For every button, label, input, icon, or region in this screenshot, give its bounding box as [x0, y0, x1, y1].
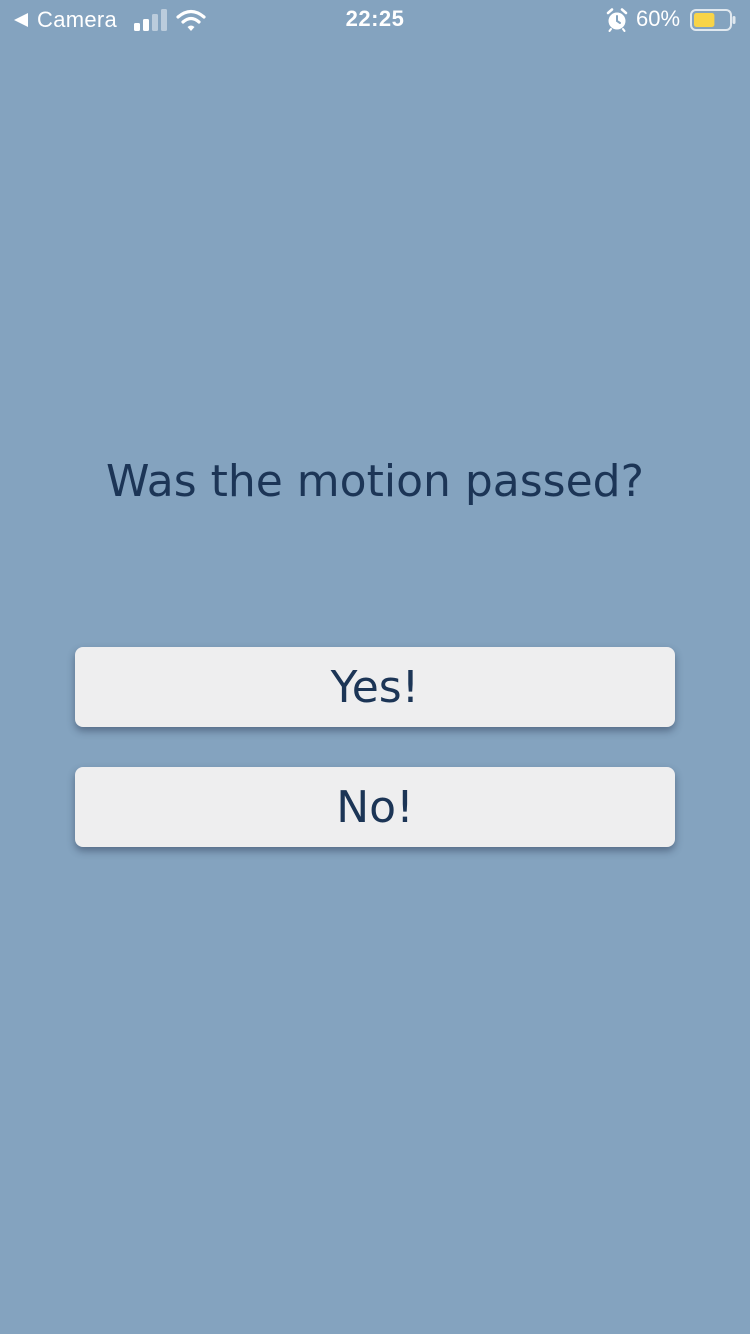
alarm-clock-icon — [606, 8, 628, 32]
battery-percentage: 60% — [636, 6, 681, 31]
battery-level-fill — [694, 13, 715, 27]
battery-icon — [690, 9, 736, 31]
yes-button[interactable]: Yes! — [75, 647, 675, 727]
no-button[interactable]: No! — [75, 767, 675, 847]
question-prompt: Was the motion passed? — [106, 456, 644, 507]
status-bar: Camera 22:25 60% — [0, 0, 750, 40]
